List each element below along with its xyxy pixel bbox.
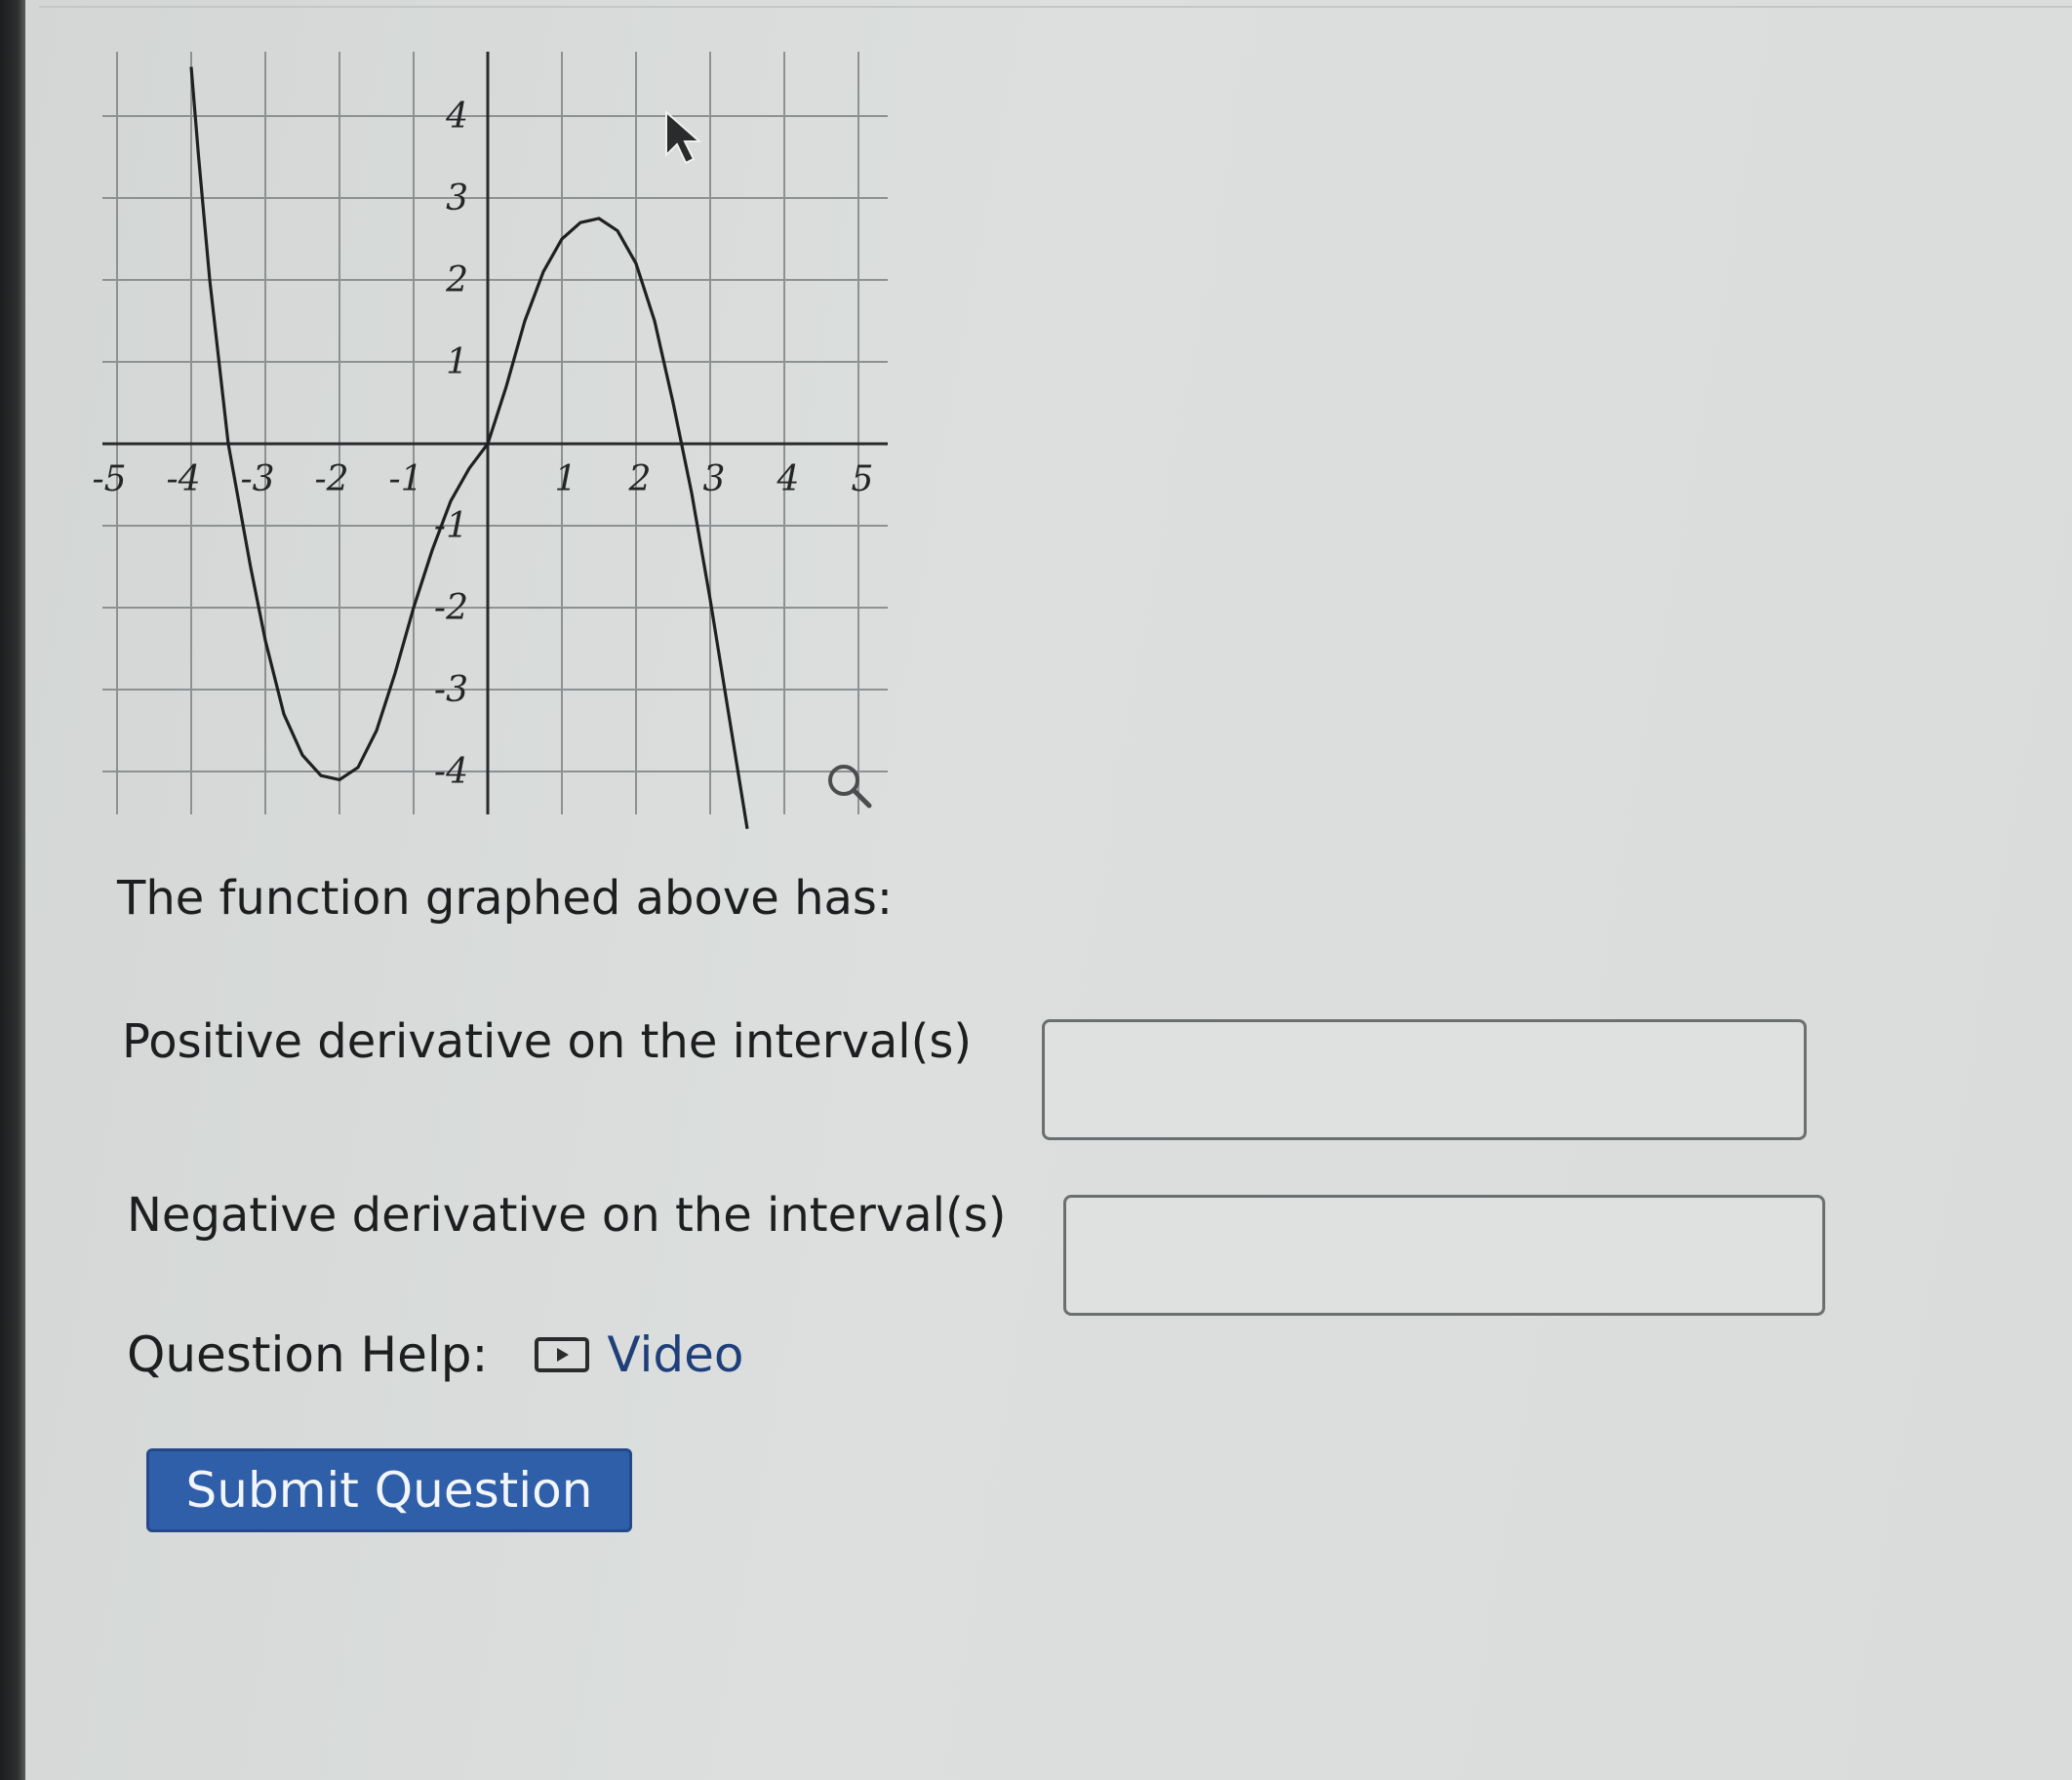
- cursor-icon: [665, 109, 702, 165]
- y-tick-label: -1: [434, 506, 468, 546]
- x-tick-label: 5: [852, 459, 874, 499]
- positive-derivative-input[interactable]: [1042, 1019, 1807, 1140]
- video-label: Video: [607, 1326, 744, 1383]
- positive-derivative-label: Positive derivative on the interval(s): [122, 1014, 973, 1069]
- graph-grid: [102, 52, 888, 814]
- graph-axes: [102, 52, 888, 814]
- x-tick-label: -5: [93, 459, 127, 499]
- x-tick-label: -3: [240, 459, 274, 499]
- y-tick-label: -2: [434, 588, 468, 628]
- function-graph: -5 -4 -3 -2 -1 1 2 3 4 5 -4 -3 -2 -1 1 2 3 4: [93, 52, 888, 830]
- question-help-label: Question Help:: [127, 1326, 489, 1383]
- x-tick-label: -4: [166, 459, 200, 499]
- question-intro: The function graphed above has:: [117, 871, 894, 926]
- submit-question-button[interactable]: Submit Question: [146, 1448, 632, 1532]
- monitor-bezel: [0, 0, 25, 1780]
- function-curve: [189, 66, 749, 830]
- x-tick-label: -2: [314, 459, 348, 499]
- y-tick-label: 2: [445, 260, 468, 300]
- video-help-link[interactable]: Video: [535, 1326, 743, 1383]
- screen: -5 -4 -3 -2 -1 1 2 3 4 5 -4 -3 -2 -1 1 2 3 4 The functio…: [0, 0, 2072, 1780]
- y-tick-label: 4: [445, 97, 468, 137]
- x-tick-label: 2: [628, 459, 652, 499]
- top-divider: [39, 0, 2072, 8]
- x-tick-labels: -5 -4 -3 -2 -1 1 2 3 4 5: [93, 459, 873, 499]
- play-icon: [535, 1337, 590, 1372]
- negative-derivative-label: Negative derivative on the interval(s): [127, 1188, 1007, 1243]
- question-help-row: Question Help: Video: [127, 1326, 743, 1383]
- x-tick-label: 1: [555, 459, 578, 499]
- negative-derivative-input[interactable]: [1063, 1195, 1825, 1316]
- x-tick-label: -1: [388, 459, 422, 499]
- y-tick-label: -3: [434, 670, 468, 710]
- y-tick-label: -4: [434, 752, 468, 792]
- x-tick-label: 3: [703, 459, 726, 499]
- x-tick-label: 4: [777, 459, 800, 499]
- y-tick-label: 1: [446, 342, 468, 382]
- y-tick-label: 3: [446, 178, 468, 218]
